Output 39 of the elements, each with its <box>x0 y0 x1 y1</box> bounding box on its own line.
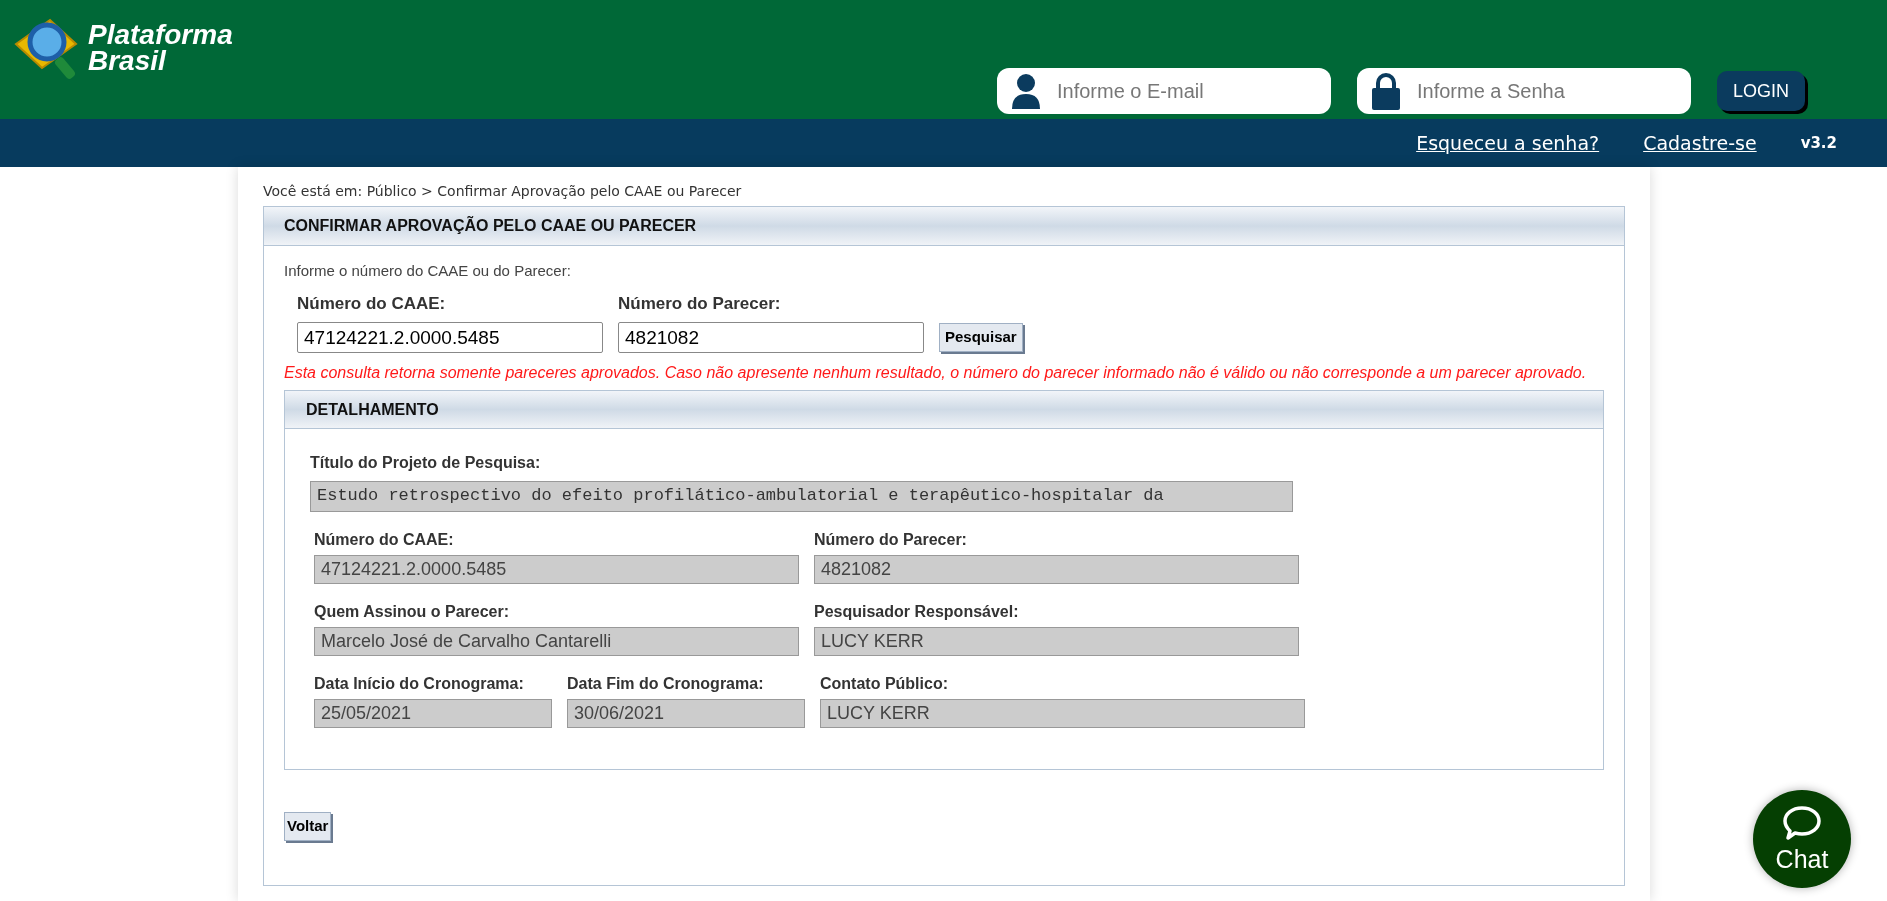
field-label: Número do CAAE: <box>314 530 455 550</box>
email-field[interactable]: Informe o E-mail <box>997 68 1331 114</box>
chat-button[interactable]: Chat <box>1753 790 1851 888</box>
readonly-field[interactable]: 47124221.2.0000.5485 <box>314 555 799 584</box>
header-link[interactable]: Cadastre-se <box>1643 128 1757 158</box>
field-label: Data Início do Cronograma: <box>314 674 525 694</box>
field-label: Data Fim do Cronograma: <box>567 674 765 694</box>
field-label: Pesquisador Responsável: <box>814 602 1020 622</box>
logo-text: Brasil <box>88 48 168 74</box>
search-button[interactable]: Pesquisar <box>939 323 1023 352</box>
panel-title: DETALHAMENTO <box>306 399 439 420</box>
back-button[interactable]: Voltar <box>284 812 332 841</box>
field-label: Quem Assinou o Parecer: <box>314 602 511 622</box>
version-label: v3.2 <box>1800 132 1837 154</box>
password-field[interactable]: Informe a Senha <box>1357 68 1691 114</box>
field-label: Contato Público: <box>820 674 949 694</box>
readonly-field[interactable]: LUCY KERR <box>820 699 1305 728</box>
readonly-field[interactable]: 30/06/2021 <box>567 699 805 728</box>
readonly-field[interactable]: 4821082 <box>814 555 1299 584</box>
warning-text: Esta consulta retorna somente pareceres aprovados. Caso não apresente nenhum resultado, o número do parecer informado não é válido ou não corresponde a um parecer aprovado. <box>284 363 1588 382</box>
readonly-field[interactable]: LUCY KERR <box>814 627 1299 656</box>
field-label: Número do CAAE: <box>297 292 447 315</box>
login-button[interactable]: LOGIN <box>1717 71 1805 111</box>
readonly-field[interactable]: Marcelo José de Carvalho Cantarelli <box>314 627 799 656</box>
logo-text: Plataforma <box>88 22 233 48</box>
field-label: Título do Projeto de Pesquisa: <box>310 453 542 473</box>
breadcrumb: Você está em: Público > Confirmar Aprovação pelo CAAE ou Parecer <box>263 182 743 201</box>
user-icon <box>1011 73 1041 109</box>
text-field[interactable]: 4821082 <box>618 322 924 353</box>
text-field[interactable]: 47124221.2.0000.5485 <box>297 322 603 353</box>
panel-title: CONFIRMAR APROVAÇÃO PELO CAAE OU PARECER <box>284 215 697 236</box>
instruction-text: Informe o número do CAAE ou do Parecer: <box>284 261 572 281</box>
field-label: Número do Parecer: <box>814 530 968 550</box>
readonly-field[interactable]: 25/05/2021 <box>314 699 552 728</box>
field-label: Número do Parecer: <box>618 292 782 315</box>
title-textarea[interactable]: Estudo retrospectivo do efeito profilático-ambulatorial e terapêutico-hospitalar da <box>310 481 1293 512</box>
speech-bubble-icon <box>1782 805 1822 841</box>
header-link[interactable]: Esqueceu a senha? <box>1416 128 1600 158</box>
lock-icon <box>1371 72 1401 110</box>
